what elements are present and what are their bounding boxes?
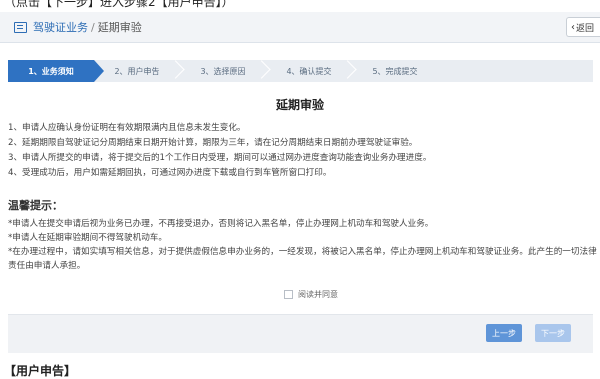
next-step-button[interactable]: 下一步 [535,324,571,342]
rule-item: 3、申请人所提交的申请，将于提交后的1个工作日内受理，期间可以通过网办进度查询功… [8,153,432,163]
step-label: 2、用户申告 [114,66,160,76]
back-button[interactable]: ‹ 返回 [566,17,600,37]
previous-step-button[interactable]: 上一步 [486,324,522,342]
step-5: 5、完成提交 [352,60,438,82]
page-title: 延期审验 [275,98,324,112]
rule-item: 2、延期期限自驾驶证记分周期结束日期开始计算，期限为三年，请在记分周期结束日期前… [8,138,418,148]
breadcrumb-current: 延期审验 [97,21,142,34]
step-4: 4、确认提交 [266,60,352,82]
breadcrumb-separator: / [91,21,95,34]
chevron-left-icon: ‹ [571,21,575,33]
step-label: 1、业务须知 [28,66,74,76]
step-1: 1、业务须知 [8,60,104,82]
step-label: 5、完成提交 [372,66,418,76]
agree-checkbox-row[interactable]: 阅读并同意 [284,289,338,300]
step-3: 3、选择原因 [180,60,266,82]
step-label: 4、确认提交 [286,66,332,76]
breadcrumb: 驾驶证业务 / 延期审验 [33,19,142,35]
breadcrumb-root[interactable]: 驾驶证业务 [33,21,88,34]
tip-item: *在办理过程中，请如实填写相关信息，对于提供虚假信息申办业务的，一经发现，将被记… [8,247,597,271]
bottom-caption: 【用户申告】 [4,364,77,378]
tip-item: *申请人在提交申请后视为业务已办理，不再接受退办，否则将记入黑名单，停止办理网上… [8,219,434,229]
tips-heading: 温馨提示： [8,199,63,212]
rules-list: 1、申请人应确认身份证明在有效期限满内且信息未发生变化。 2、延期期限自驾驶证记… [8,121,598,181]
tip-item: *申请人在延期审验期间不得驾驶机动车。 [8,233,167,243]
step-progress: 1、业务须知 2、用户申告 3、选择原因 4、确认提交 5、完成提交 [8,60,593,82]
rule-item: 1、申请人应确认身份证明在有效期限满内且信息未发生变化。 [8,123,246,133]
rule-item: 4、受理成功后，用户如需延期回执，可通过网办进度下载或自行到车管所窗口打印。 [8,168,332,178]
page-header: 驾驶证业务 / 延期审验 ‹ 返回 [0,12,600,43]
top-caption: （点击【下一步】进入步骤2【用户申告】） [4,0,234,9]
agree-checkbox[interactable] [284,290,293,299]
agree-label: 阅读并同意 [298,290,338,299]
step-2: 2、用户申告 [94,60,180,82]
step-label: 3、选择原因 [200,66,246,76]
document-icon [14,21,27,33]
back-button-label: 返回 [576,23,595,34]
tips-list: *申请人在提交申请后视为业务已办理，不再接受退办，否则将记入黑名单，停止办理网上… [8,217,600,273]
